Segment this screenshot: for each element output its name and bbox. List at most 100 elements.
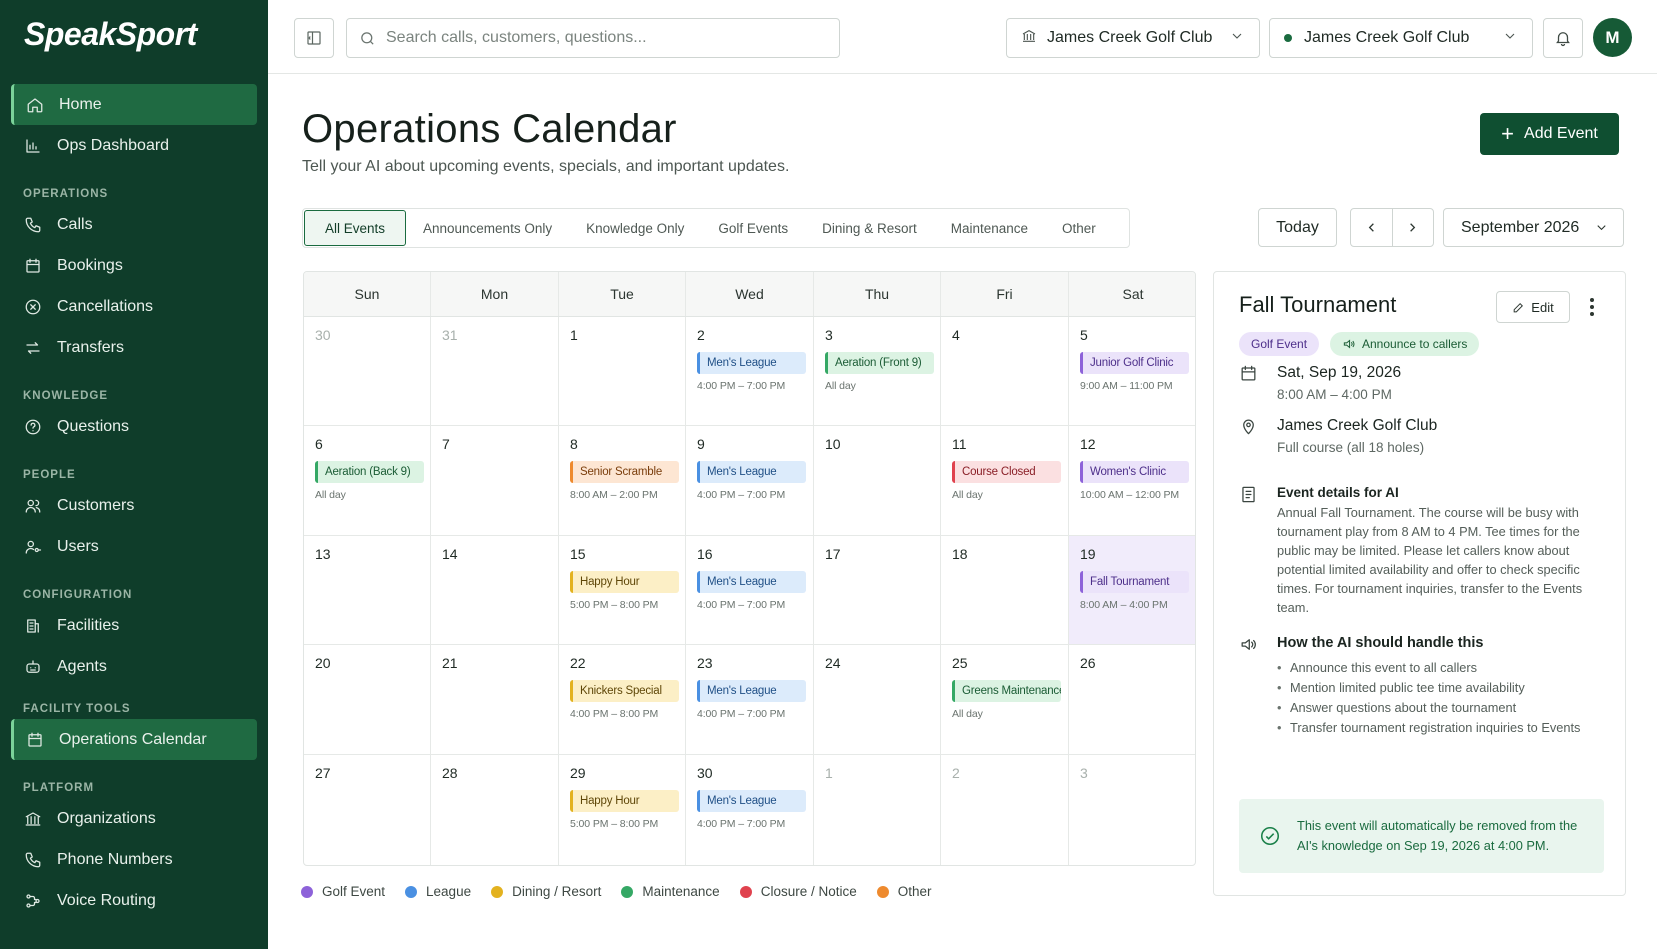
calendar-day-cell[interactable]: 9 Men's League 4:00 PM – 7:00 PM <box>686 426 814 536</box>
calendar-day-cell[interactable]: 5 Junior Golf Clinic 9:00 AM – 11:00 PM <box>1069 317 1195 426</box>
sidebar-item-organizations[interactable]: Organizations <box>11 798 257 839</box>
calendar-day-cell[interactable]: 29 Happy Hour 5:00 PM – 8:00 PM <box>559 755 686 865</box>
calendar-day-cell[interactable]: 4 <box>941 317 1069 426</box>
search-input[interactable] <box>386 29 826 47</box>
filter-other[interactable]: Other <box>1045 210 1113 246</box>
sidebar-section-operations: OPERATIONS <box>23 188 109 200</box>
calendar-event[interactable]: Men's League <box>697 790 806 812</box>
calendar-day-cell[interactable]: 30 Men's League 4:00 PM – 7:00 PM <box>686 755 814 865</box>
calendar-day-cell[interactable]: 24 <box>814 645 941 755</box>
sidebar-item-voice-routing[interactable]: Voice Routing <box>11 880 257 921</box>
month-select[interactable]: September 2026 <box>1443 208 1624 247</box>
calendar-day-cell[interactable]: 10 <box>814 426 941 536</box>
notifications-button[interactable] <box>1543 18 1583 58</box>
calendar-day-cell[interactable]: 26 <box>1069 645 1195 755</box>
calendar-day-cell[interactable]: 3 Aeration (Front 9) All day <box>814 317 941 426</box>
sidebar-item-label: Cancellations <box>57 297 154 315</box>
more-options-button[interactable] <box>1584 295 1600 319</box>
filter-all-events[interactable]: All Events <box>304 210 406 246</box>
calendar-day-cell[interactable]: 28 <box>431 755 559 865</box>
calendar-day-cell[interactable]: 2 Men's League 4:00 PM – 7:00 PM <box>686 317 814 426</box>
sidebar-item-calls[interactable]: Calls <box>11 204 257 245</box>
sidebar-item-bookings[interactable]: Bookings <box>11 245 257 286</box>
calendar-day-cell[interactable]: 7 <box>431 426 559 536</box>
calendar-day-cell[interactable]: 8 Senior Scramble 8:00 AM – 2:00 PM <box>559 426 686 536</box>
chevron-right-icon <box>1410 223 1416 232</box>
calendar-day-cell[interactable]: 1 <box>559 317 686 426</box>
transfer-icon <box>23 338 43 358</box>
calendar-event[interactable]: Aeration (Front 9) <box>825 352 934 374</box>
sidebar-item-customers[interactable]: Customers <box>11 485 257 526</box>
user-avatar[interactable]: M <box>1593 18 1632 57</box>
calendar-event[interactable]: Men's League <box>697 461 806 483</box>
add-event-button[interactable]: + Add Event <box>1480 113 1619 155</box>
filter-dining-resort[interactable]: Dining & Resort <box>805 210 934 246</box>
calendar-day-cell[interactable]: 6 Aeration (Back 9) All day <box>304 426 431 536</box>
next-month-button[interactable] <box>1393 209 1434 246</box>
calendar-event[interactable]: Men's League <box>697 571 806 593</box>
sidebar-item-label: Customers <box>57 496 135 514</box>
calendar-day-cell[interactable]: 22 Knickers Special 4:00 PM – 8:00 PM <box>559 645 686 755</box>
calendar-event[interactable]: Senior Scramble <box>570 461 679 483</box>
calendar-event[interactable]: Fall Tournament <box>1080 571 1189 593</box>
sidebar-item-transfers[interactable]: Transfers <box>11 327 257 368</box>
event-time: 8:00 AM – 2:00 PM <box>570 489 658 501</box>
sidebar-item-cancellations[interactable]: Cancellations <box>11 286 257 327</box>
calendar-event[interactable]: Men's League <box>697 680 806 702</box>
filter-knowledge-only[interactable]: Knowledge Only <box>569 210 701 246</box>
event-date-row: Sat, Sep 19, 2026 8:00 AM – 4:00 PM <box>1239 364 1401 402</box>
edit-event-button[interactable]: Edit <box>1496 291 1570 323</box>
calendar-event[interactable]: Course Closed <box>952 461 1061 483</box>
filter-golf-events[interactable]: Golf Events <box>701 210 805 246</box>
filter-announcements-only[interactable]: Announcements Only <box>406 210 569 246</box>
calendar-event[interactable]: Junior Golf Clinic <box>1080 352 1189 374</box>
sidebar-item-questions[interactable]: Questions <box>11 406 257 447</box>
calendar-day-cell[interactable]: 20 <box>304 645 431 755</box>
map-pin-icon <box>1239 417 1261 455</box>
calendar-day-cell[interactable]: 13 <box>304 536 431 645</box>
organization-select-value: James Creek Golf Club <box>1047 29 1213 46</box>
calendar-day-cell[interactable]: 23 Men's League 4:00 PM – 7:00 PM <box>686 645 814 755</box>
calendar-day-cell[interactable]: 17 <box>814 536 941 645</box>
building-icon <box>23 616 43 636</box>
calendar-day-cell[interactable]: 27 <box>304 755 431 865</box>
calendar-day-cell[interactable]: 15 Happy Hour 5:00 PM – 8:00 PM <box>559 536 686 645</box>
calendar-event[interactable]: Aeration (Back 9) <box>315 461 424 483</box>
calendar-day-cell[interactable]: 2 <box>941 755 1069 865</box>
calendar-day-cell[interactable]: 25 Greens Maintenance All day <box>941 645 1069 755</box>
calendar-event[interactable]: Knickers Special <box>570 680 679 702</box>
sidebar-item-ops-dashboard[interactable]: Ops Dashboard <box>11 125 257 166</box>
calendar-day-cell[interactable]: 21 <box>431 645 559 755</box>
sidebar-item-phone-numbers[interactable]: Phone Numbers <box>11 839 257 880</box>
sidebar-section-platform: PLATFORM <box>23 782 95 794</box>
calendar-day-cell[interactable]: 31 <box>431 317 559 426</box>
filter-maintenance[interactable]: Maintenance <box>934 210 1045 246</box>
sidebar-item-home[interactable]: Home <box>11 84 257 125</box>
calendar-event[interactable]: Happy Hour <box>570 790 679 812</box>
calendar-day-cell[interactable]: 30 <box>304 317 431 426</box>
calendar-day-cell[interactable]: 16 Men's League 4:00 PM – 7:00 PM <box>686 536 814 645</box>
today-button[interactable]: Today <box>1258 208 1337 247</box>
calendar-day-cell[interactable]: 1 <box>814 755 941 865</box>
calendar-day-cell[interactable]: 14 <box>431 536 559 645</box>
sidebar-item-facilities[interactable]: Facilities <box>11 605 257 646</box>
calendar-day-cell[interactable]: 12 Women's Clinic 10:00 AM – 12:00 PM <box>1069 426 1195 536</box>
sidebar-item-operations-calendar[interactable]: Operations Calendar <box>11 719 257 760</box>
previous-month-button[interactable] <box>1351 209 1393 246</box>
day-number: 25 <box>952 655 968 671</box>
sidebar-toggle-button[interactable] <box>294 18 334 58</box>
calendar-day-cell[interactable]: 19 Fall Tournament 8:00 AM – 4:00 PM <box>1069 536 1195 645</box>
calendar-event[interactable]: Women's Clinic <box>1080 461 1189 483</box>
day-number: 1 <box>570 327 578 343</box>
calendar-event[interactable]: Happy Hour <box>570 571 679 593</box>
calendar-day-cell[interactable]: 3 <box>1069 755 1195 865</box>
calendar-day-cell[interactable]: 11 Course Closed All day <box>941 426 1069 536</box>
calendar-day-cell[interactable]: 18 <box>941 536 1069 645</box>
location-select[interactable]: James Creek Golf Club <box>1269 18 1533 58</box>
calendar-event[interactable]: Men's League <box>697 352 806 374</box>
sidebar-item-users[interactable]: Users <box>11 526 257 567</box>
sidebar-item-label: Transfers <box>57 338 124 356</box>
calendar-event[interactable]: Greens Maintenance <box>952 680 1061 702</box>
sidebar-item-agents[interactable]: Agents <box>11 646 257 687</box>
organization-select[interactable]: James Creek Golf Club <box>1006 18 1260 58</box>
